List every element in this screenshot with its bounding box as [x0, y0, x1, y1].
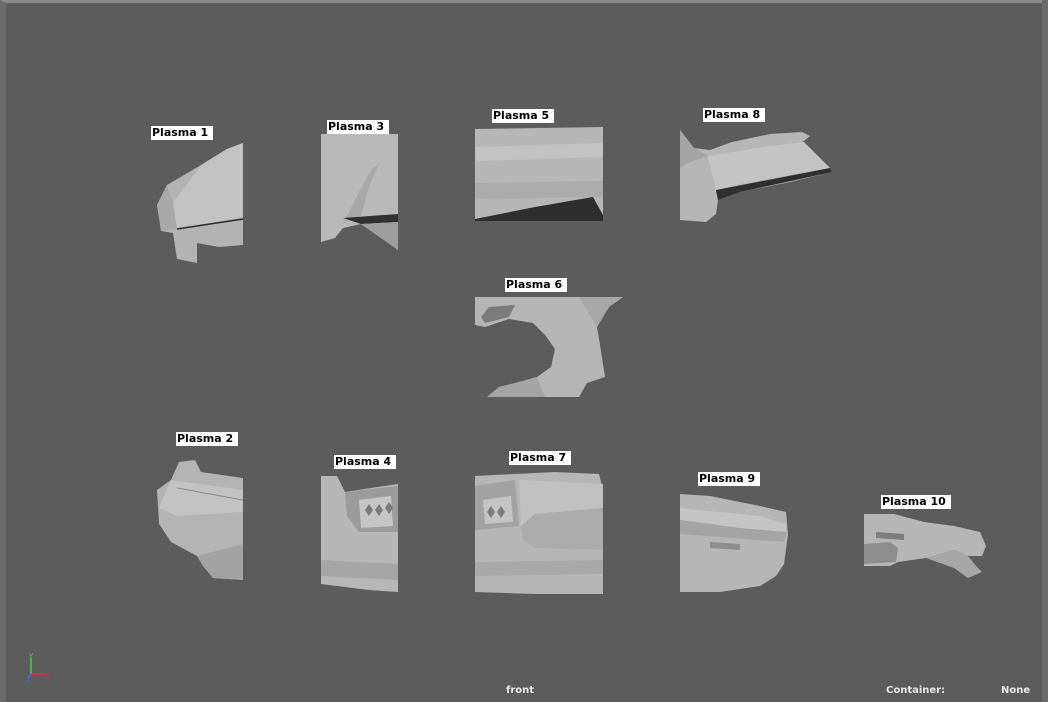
plasma-1-mesh[interactable]: [157, 143, 247, 267]
camera-name-label: front: [506, 685, 535, 696]
viewport-border: [1042, 0, 1048, 702]
plasma-1-label[interactable]: Plasma 1: [151, 126, 214, 140]
plasma-10-label[interactable]: Plasma 10: [881, 495, 951, 509]
axis-y-label: y: [29, 652, 33, 659]
container-value: None: [1001, 685, 1031, 696]
axis-z-label: z: [26, 677, 29, 682]
container-label: Container:: [886, 685, 946, 696]
plasma-6-label[interactable]: Plasma 6: [505, 278, 568, 292]
plasma-9-mesh[interactable]: [680, 494, 792, 596]
plasma-8-label[interactable]: Plasma 8: [703, 108, 766, 122]
plasma-4-mesh[interactable]: [321, 476, 401, 594]
axis-x-label: x: [46, 672, 50, 680]
plasma-2-label[interactable]: Plasma 2: [176, 432, 239, 446]
plasma-3-mesh[interactable]: [321, 134, 401, 252]
plasma-5-label[interactable]: Plasma 5: [492, 109, 555, 123]
plasma-7-label[interactable]: Plasma 7: [509, 451, 572, 465]
plasma-2-mesh[interactable]: [157, 460, 247, 584]
plasma-3-label[interactable]: Plasma 3: [327, 120, 390, 134]
plasma-4-label[interactable]: Plasma 4: [334, 455, 397, 469]
plasma-6-mesh[interactable]: [475, 297, 627, 399]
plasma-9-label[interactable]: Plasma 9: [698, 472, 761, 486]
axis-gizmo-icon: y x z: [26, 651, 56, 684]
plasma-7-mesh[interactable]: [475, 470, 605, 596]
plasma-8-mesh[interactable]: [680, 128, 836, 224]
plasma-10-mesh[interactable]: [864, 512, 990, 582]
plasma-5-mesh[interactable]: [475, 127, 605, 225]
